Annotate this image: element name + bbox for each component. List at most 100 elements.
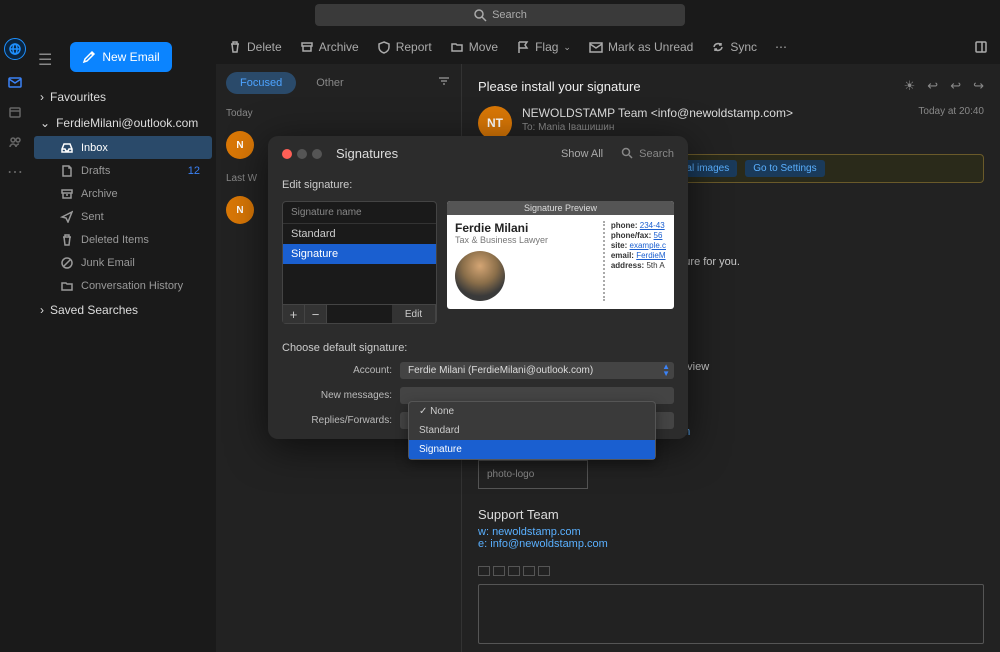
forward-icon[interactable]: ↪ [973,78,984,94]
move-button[interactable]: Move [450,40,498,54]
trash-icon [60,233,73,246]
compose-icon [82,50,96,64]
globe-icon[interactable] [4,38,26,60]
social-placeholders [478,566,984,576]
account-label: Account: [282,365,400,376]
window-controls[interactable] [282,149,322,159]
more-icon[interactable]: ⋯ [7,164,23,180]
signature-preview: Signature Preview Ferdie Milani Tax & Bu… [447,201,674,309]
folder-sent[interactable]: Sent [30,205,216,228]
filter-button[interactable] [437,74,451,93]
remove-signature-button[interactable]: − [305,305,327,323]
filter-icon [437,74,451,88]
minimize-icon[interactable] [297,149,307,159]
draft-icon [60,164,73,177]
tab-focused[interactable]: Focused [226,72,296,94]
group-today: Today [216,102,461,123]
mail-icon[interactable] [7,74,23,90]
go-to-settings-button[interactable]: Go to Settings [745,160,824,177]
panel-toggle-button[interactable] [974,40,988,54]
dialog-search[interactable]: Search [621,147,674,161]
move-icon [450,40,464,54]
chevron-down-icon: ⌄ [563,42,571,53]
signature-item-signature[interactable]: Signature [283,244,436,264]
panel-icon [974,40,988,54]
choose-default-label: Choose default signature: [282,342,674,354]
sender-avatar: NT [478,106,512,140]
avatar: N [226,131,254,159]
mail-icon [589,40,603,54]
search-icon [621,147,635,161]
folder-conversation-history[interactable]: Conversation History [30,274,216,297]
folder-junk[interactable]: Junk Email [30,251,216,274]
recipient: To: Mania Івашишин [522,122,793,133]
saved-searches-section[interactable]: › Saved Searches [30,297,216,323]
sender-name: NEWOLDSTAMP Team <info@newoldstamp.com> [522,106,793,120]
close-icon[interactable] [282,149,292,159]
photo-logo-placeholder: photo-logo [478,460,588,489]
email-link[interactable]: info@newoldstamp.com [490,538,608,550]
flag-button[interactable]: Flag⌄ [516,40,571,54]
trash-icon [228,40,242,54]
signature-block: Support Team w: newoldstamp.com e: info@… [462,497,1000,560]
delete-button[interactable]: Delete [228,40,282,54]
signature-dropdown: None Standard Signature [408,401,656,460]
option-none[interactable]: None [409,402,655,421]
signature-list: Signature name Standard Signature + − Ed… [282,201,437,324]
sidebar: ☰ New Email › Favourites ⌄ FerdieMilani@… [30,30,216,617]
mark-unread-button[interactable]: Mark as Unread [589,40,693,54]
zoom-icon[interactable] [312,149,322,159]
add-signature-button[interactable]: + [283,305,305,323]
more-button[interactable]: ⋯ [775,40,787,54]
favourites-section[interactable]: › Favourites [30,84,216,110]
report-button[interactable]: Report [377,40,432,54]
preview-name: Ferdie Milani [455,221,595,235]
new-email-button[interactable]: New Email [70,42,171,72]
option-standard[interactable]: Standard [409,421,655,440]
global-search[interactable]: Search [315,4,685,26]
action-toolbar: Delete Archive Report Move Flag⌄ Mark as… [216,30,1000,64]
app-rail: ⋯ [0,30,30,617]
compose-area[interactable] [478,584,984,644]
new-messages-label: New messages: [282,390,400,401]
chevron-down-icon: ⌄ [40,116,50,130]
chevron-right-icon: › [40,90,44,104]
account-select[interactable]: Ferdie Milani (FerdieMilani@outlook.com)… [400,362,674,379]
brightness-icon[interactable]: ☀ [904,78,916,94]
folder-drafts[interactable]: Drafts12 [30,159,216,182]
website-link[interactable]: newoldstamp.com [492,526,581,538]
avatar: N [226,196,254,224]
show-all-button[interactable]: Show All [561,148,603,160]
edit-signature-button[interactable]: Edit [392,305,436,323]
folder-archive[interactable]: Archive [30,182,216,205]
dialog-title: Signatures [336,146,398,161]
list-header: Signature name [283,202,436,224]
junk-icon [60,256,73,269]
archive-button[interactable]: Archive [300,40,359,54]
people-icon[interactable] [7,134,23,150]
reply-icon[interactable]: ↩ [927,78,938,94]
calendar-icon[interactable] [7,104,23,120]
tab-other[interactable]: Other [302,72,358,94]
folder-deleted[interactable]: Deleted Items [30,228,216,251]
folder-inbox[interactable]: Inbox [34,136,212,159]
updown-icon: ▲▼ [662,363,670,377]
signature-item-standard[interactable]: Standard [283,224,436,244]
inbox-icon [60,141,73,154]
replies-label: Replies/Forwards: [282,415,400,426]
drafts-count: 12 [188,165,206,177]
hamburger-icon[interactable]: ☰ [30,50,60,70]
account-section[interactable]: ⌄ FerdieMilani@outlook.com [30,110,216,136]
reply-all-icon[interactable]: ↩ [950,78,961,94]
folder-icon [60,279,73,292]
option-signature[interactable]: Signature [409,440,655,459]
sent-icon [60,210,73,223]
sync-button[interactable]: Sync [711,40,757,54]
search-placeholder: Search [492,9,527,21]
archive-icon [60,187,73,200]
sync-icon [711,40,725,54]
signatures-dialog: Signatures Show All Search Edit signatur… [268,136,688,439]
shield-icon [377,40,391,54]
edit-signature-label: Edit signature: [268,171,688,193]
search-icon [473,8,487,22]
